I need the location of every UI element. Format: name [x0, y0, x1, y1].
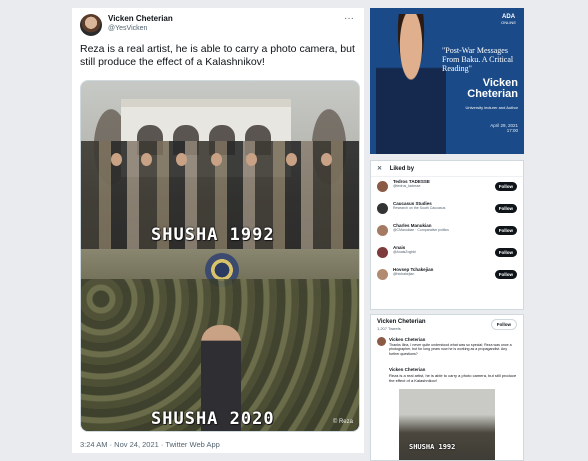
photo-2020 [81, 249, 359, 431]
avatar[interactable] [377, 269, 388, 280]
profile-name[interactable]: Vicken Cheterian [377, 319, 426, 325]
avatar[interactable] [377, 181, 388, 192]
tweet-card: Vicken Cheterian @YesVicken ··· Reza is … [72, 8, 364, 453]
follow-button[interactable]: Follow [494, 248, 517, 257]
speaker-portrait [376, 14, 446, 154]
poster-title: "Post-War Messages From Baku. A Critical… [442, 46, 514, 73]
avatar[interactable] [377, 203, 388, 214]
poster-date: April 29, 2021 17:00 [490, 123, 518, 133]
follow-button[interactable]: Follow [494, 182, 517, 191]
follow-button[interactable]: Follow [494, 270, 517, 279]
caption-1992: SHUSHA 1992 [151, 225, 275, 245]
tweet-timestamp[interactable]: 3:24 AM · Nov 24, 2021 · Twitter Web App [80, 440, 220, 449]
more-icon[interactable]: ··· [344, 13, 354, 24]
ada-logo: ADA ONLINE [501, 14, 516, 25]
follow-button[interactable]: Follow [494, 204, 517, 213]
avatar[interactable] [377, 337, 386, 346]
list-item[interactable]: Hovsep Tchakejian @htchakejian Follow [371, 265, 523, 287]
tweet-text: Reza is a real artist, he is able to car… [80, 43, 355, 68]
list-item[interactable]: Caucasus Studies Research on the South C… [371, 199, 523, 221]
avatar[interactable] [80, 14, 102, 36]
profile-panel: Vicken Cheterian 1,207 Tweets Follow Vic… [370, 314, 524, 461]
follow-button[interactable]: Follow [490, 319, 517, 330]
list-item[interactable]: Charles Manukian @CManukian · Comparativ… [371, 221, 523, 243]
reply-text: Thanks Ilina, I never quite understood w… [389, 343, 512, 356]
caption-2020: SHUSHA 2020 [151, 409, 275, 429]
avatar[interactable] [377, 225, 388, 236]
author-name[interactable]: Vicken Cheterian [108, 14, 173, 23]
list-item[interactable]: Tedros TADESSE @tedros_tadesse Follow [371, 177, 523, 199]
quoted-caption: SHUSHA 1992 [409, 443, 456, 451]
list-item[interactable]: Anais @AnaisZoghbi Follow [371, 243, 523, 265]
tweet-count: 1,207 Tweets [377, 326, 401, 331]
liked-by-panel: ✕ Liked by Tedros TADESSE @tedros_tadess… [370, 160, 524, 310]
poster-speaker: Vicken Cheterian University lecturer and… [465, 77, 518, 111]
event-poster: ADA ONLINE "Post-War Messages From Baku.… [370, 8, 524, 154]
photo-1992 [81, 81, 359, 249]
photo-watermark: © Reza [332, 419, 353, 425]
author-handle[interactable]: @YesVicken [108, 25, 147, 32]
quoted-text: Reza is a real artist, he is able to car… [389, 373, 517, 383]
liked-by-header: ✕ Liked by [371, 161, 523, 177]
reply-author[interactable]: Vicken Cheterian [389, 337, 425, 342]
quoted-author[interactable]: Vicken Cheterian [389, 367, 425, 372]
follow-button[interactable]: Follow [494, 226, 517, 235]
avatar[interactable] [377, 247, 388, 258]
close-icon[interactable]: ✕ [377, 166, 382, 172]
tweet-photo[interactable]: SHUSHA 1992 SHUSHA 2020 © Reza [80, 80, 360, 432]
